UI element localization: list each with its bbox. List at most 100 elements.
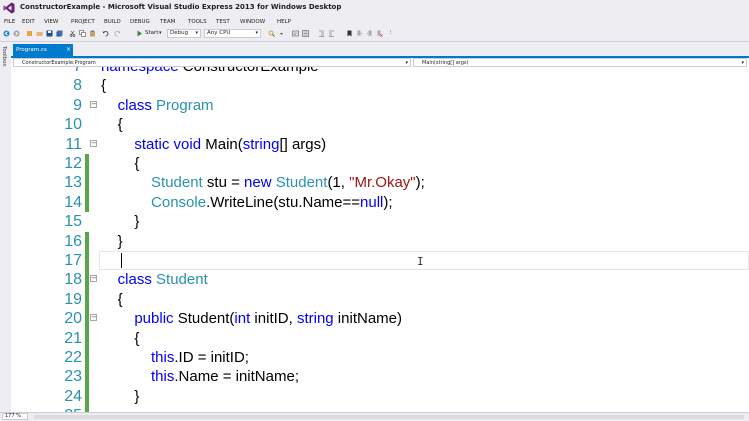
new-project-icon[interactable] — [26, 30, 33, 37]
save-all-icon[interactable] — [56, 30, 63, 37]
change-indicator — [85, 231, 89, 251]
change-indicator — [85, 251, 89, 271]
code-line[interactable]: 21 { — [11, 328, 749, 348]
line-number: 18 — [64, 271, 82, 289]
menu-item-edit[interactable]: EDIT — [22, 17, 35, 27]
paste-icon[interactable] — [89, 30, 96, 37]
code-line[interactable]: 13 Student stu = new Student(1, "Mr.Okay… — [11, 173, 749, 193]
code-line[interactable]: 11− static void Main(string[] args) — [11, 135, 749, 154]
code-line[interactable]: 24 } — [11, 386, 749, 407]
platform-dropdown[interactable]: Any CPU ▾ — [204, 29, 261, 38]
start-button[interactable]: Start — [145, 29, 158, 38]
code-line[interactable]: 18− class Student — [11, 270, 749, 290]
code-token: this — [151, 368, 175, 386]
zoom-value: 177 % — [5, 413, 21, 419]
configuration-value: Debug — [170, 30, 189, 36]
code-line[interactable]: 15 } — [11, 212, 749, 231]
code-line[interactable]: 22 this.ID = initID; — [11, 348, 749, 368]
code-line[interactable]: 16 } — [11, 231, 749, 251]
menu-item-team[interactable]: TEAM — [160, 17, 175, 27]
change-indicator — [85, 328, 89, 348]
code-token: stu = — [202, 174, 245, 192]
copy-icon[interactable] — [79, 30, 86, 37]
code-token: .WriteLine(stu.Name== — [206, 193, 361, 211]
forward-icon[interactable] — [13, 30, 20, 37]
code-line[interactable]: 12 { — [11, 154, 749, 174]
code-line[interactable]: 8{ — [11, 76, 749, 95]
i-beam-cursor-icon: I — [417, 255, 424, 268]
code-line[interactable]: 7 namespace ConstructorExample — [11, 67, 749, 76]
code-text: { — [101, 76, 106, 95]
code-line[interactable]: 23 this.Name = initName; — [11, 367, 749, 387]
menu-item-build[interactable]: BUILD — [104, 17, 121, 27]
collapse-icon[interactable]: − — [90, 139, 97, 147]
code-token: (1, — [327, 174, 350, 192]
menu-item-test[interactable]: TEST — [216, 17, 230, 27]
code-token: ); — [415, 174, 425, 192]
menu-item-file[interactable]: FILE — [4, 17, 15, 27]
indent-icon[interactable] — [328, 30, 335, 37]
code-text: class Program — [101, 96, 214, 115]
code-line[interactable]: 10 { — [11, 115, 749, 134]
menu-item-help[interactable]: HELP — [277, 17, 291, 27]
undo-icon[interactable] — [102, 30, 109, 37]
code-token: Student — [151, 174, 203, 192]
collapse-icon[interactable]: − — [90, 100, 97, 108]
find-icon[interactable] — [268, 30, 275, 37]
collapse-icon[interactable]: − — [90, 314, 97, 322]
menu-item-debug[interactable]: DEBUG — [130, 17, 150, 27]
toolbox-tab[interactable]: Toolbox — [1, 46, 7, 67]
prev-bookmark-icon[interactable] — [356, 30, 363, 37]
next-bookmark-icon[interactable] — [366, 30, 373, 37]
code-line[interactable]: 17 I — [11, 251, 749, 271]
tab-program-cs[interactable]: Program.cs × — [13, 44, 73, 56]
horizontal-scrollbar[interactable] — [34, 415, 744, 419]
toolbar: Start ▾ Debug ▾ Any CPU ▾ ⁝ — [0, 27, 749, 42]
change-indicator — [85, 386, 89, 407]
code-token: } — [101, 213, 140, 231]
code-editor[interactable]: 7namespace ConstructorExample8{9− class … — [11, 67, 749, 412]
code-line[interactable]: 20− public Student(int initID, string in… — [11, 309, 749, 329]
close-icon[interactable]: × — [66, 44, 71, 56]
open-file-icon[interactable] — [36, 30, 43, 37]
solution-explorer-icon[interactable] — [292, 30, 299, 37]
dropdown-small-icon[interactable] — [278, 30, 285, 37]
zoom-dropdown[interactable]: 177 % — [2, 413, 28, 420]
code-line[interactable]: 14 Console.WriteLine(stu.Name==null); — [11, 192, 749, 213]
type-scope-value: ConstructorExample.Program — [22, 60, 96, 66]
change-indicator — [85, 173, 89, 193]
redo-icon[interactable] — [114, 30, 121, 37]
code-text: class Student — [101, 270, 208, 289]
document-tabs: Program.cs × — [11, 42, 749, 56]
code-text: Student stu = new Student(1, "Mr.Okay"); — [101, 173, 425, 192]
properties-icon[interactable] — [302, 30, 309, 37]
menu-item-view[interactable]: VIEW — [44, 17, 58, 27]
code-text: this.Name = initName; — [101, 367, 299, 386]
back-icon[interactable] — [3, 30, 10, 37]
cut-icon[interactable] — [69, 30, 76, 37]
outdent-icon[interactable] — [318, 30, 325, 37]
line-number: 21 — [64, 329, 82, 347]
code-token: initID, — [250, 310, 297, 328]
current-line-highlight — [99, 251, 749, 270]
line-number: 20 — [64, 310, 82, 328]
type-scope-dropdown[interactable]: ConstructorExample.Program ▾ — [13, 58, 411, 67]
platform-value: Any CPU — [207, 30, 231, 36]
clear-bookmarks-icon[interactable] — [376, 30, 383, 37]
start-play-icon[interactable] — [136, 30, 143, 37]
code-line[interactable]: 9− class Program — [11, 96, 749, 115]
bookmark-icon[interactable] — [346, 30, 353, 37]
member-scope-dropdown[interactable]: Main(string[] args) ▾ — [413, 58, 747, 67]
configuration-dropdown[interactable]: Debug ▾ — [167, 29, 201, 38]
menu-item-window[interactable]: WINDOW — [240, 17, 265, 27]
start-dropdown-arrow-icon[interactable]: ▾ — [159, 29, 162, 38]
code-line[interactable]: 19 { — [11, 289, 749, 310]
menu-item-project[interactable]: PROJECT — [71, 17, 95, 27]
collapse-icon[interactable]: − — [90, 275, 97, 283]
save-icon[interactable] — [46, 30, 53, 37]
code-token: Student — [156, 271, 208, 289]
menu-item-tools[interactable]: TOOLS — [188, 17, 207, 27]
toolbar-overflow-icon[interactable]: ⁝ — [390, 29, 392, 38]
